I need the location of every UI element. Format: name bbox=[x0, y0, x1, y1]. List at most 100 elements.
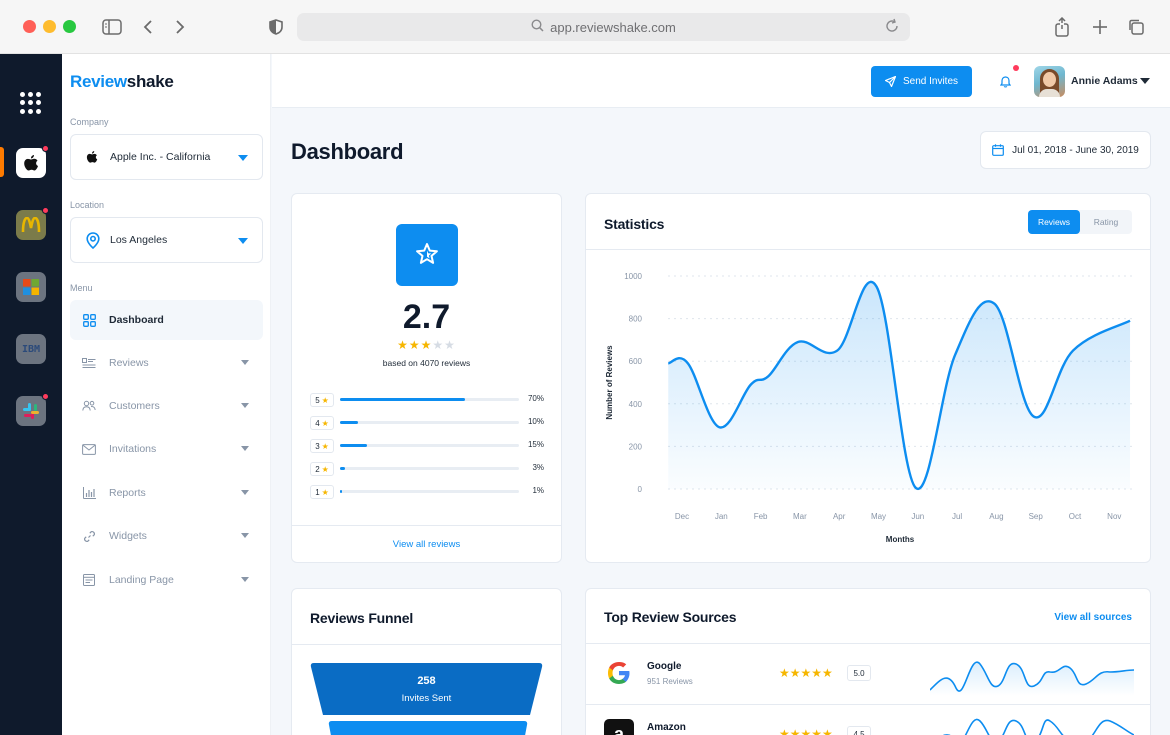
chevron-down-icon bbox=[238, 238, 248, 244]
x-tick-label: Mar bbox=[793, 512, 807, 521]
location-select[interactable]: Los Angeles bbox=[70, 217, 263, 263]
x-tick-label: Aug bbox=[989, 512, 1003, 521]
x-tick-label: Jun bbox=[911, 512, 924, 521]
chevron-down-icon bbox=[241, 446, 249, 451]
x-tick-label: Jul bbox=[952, 512, 962, 521]
bell-icon bbox=[999, 76, 1011, 88]
date-range-picker[interactable]: Jul 01, 2018 - June 30, 2019 bbox=[980, 131, 1151, 169]
send-invites-button[interactable]: Send Invites bbox=[871, 66, 972, 97]
rating-percent: 3% bbox=[532, 463, 544, 472]
source-sparkline bbox=[942, 718, 1134, 735]
new-tab-icon[interactable] bbox=[1088, 15, 1112, 39]
mail-icon bbox=[82, 442, 96, 456]
sidebar-item-label: Landing Page bbox=[109, 574, 174, 586]
sidebar-item-invitations[interactable]: Invitations bbox=[70, 429, 263, 469]
reviews-icon bbox=[82, 356, 96, 370]
source-sparkline bbox=[930, 661, 1134, 696]
funnel-stage-value: 258 bbox=[417, 675, 436, 687]
location-label: Location bbox=[70, 200, 105, 210]
apps-grid-icon[interactable] bbox=[20, 92, 42, 114]
ibm-app-icon[interactable]: IBM bbox=[16, 334, 46, 364]
funnel-stage-next[interactable] bbox=[328, 721, 528, 735]
rating-card: 2.7 ★★★★★ based on 4070 reviews 5 ★ 70% 4… bbox=[291, 193, 562, 563]
x-tick-label: Oct bbox=[1069, 512, 1082, 521]
notifications-button[interactable] bbox=[990, 65, 1020, 97]
reload-icon[interactable] bbox=[884, 18, 900, 37]
star-icon: ★ bbox=[420, 338, 433, 352]
app-rail: IBM bbox=[0, 54, 62, 735]
logo-part-shake: shake bbox=[126, 72, 174, 91]
active-app-indicator bbox=[0, 147, 4, 177]
list-item[interactable]: Google 951 Reviews ★★★★★ 5.0 bbox=[586, 644, 1150, 704]
user-name[interactable]: Annie Adams bbox=[1071, 75, 1138, 87]
window-zoom-button[interactable] bbox=[63, 20, 76, 33]
date-range-value: Jul 01, 2018 - June 30, 2019 bbox=[1012, 144, 1139, 156]
source-name: Google bbox=[647, 661, 682, 672]
sidebar-item-reviews[interactable]: Reviews bbox=[70, 343, 263, 383]
rating-value: 2.7 bbox=[402, 298, 451, 336]
funnel-title: Reviews Funnel bbox=[310, 610, 414, 626]
reviewshake-logo[interactable]: Reviewshake bbox=[70, 72, 174, 92]
slack-app-icon[interactable] bbox=[16, 393, 49, 426]
statistics-card: Statistics Reviews Rating 0 200 400 600 800 1… bbox=[585, 193, 1151, 563]
statistics-title: Statistics bbox=[604, 216, 665, 232]
avatar[interactable] bbox=[1034, 66, 1065, 97]
rating-stars: ★★★★★ bbox=[292, 338, 561, 352]
tab-reviews[interactable]: Reviews bbox=[1028, 210, 1080, 234]
sidebar-item-customers[interactable]: Customers bbox=[70, 386, 263, 426]
apple-app-icon[interactable] bbox=[16, 145, 49, 178]
chevron-down-icon bbox=[241, 577, 249, 582]
browser-toolbar: app.reviewshake.com bbox=[0, 0, 1170, 54]
list-item[interactable]: a Amazon ★★★★★ 4.5 bbox=[586, 705, 1150, 735]
company-select[interactable]: Apple Inc. - California bbox=[70, 134, 263, 180]
sidebar-item-landing-page[interactable]: Landing Page bbox=[70, 560, 263, 600]
tab-overview-icon[interactable] bbox=[1124, 15, 1148, 39]
series-area bbox=[668, 281, 1131, 489]
source-stars: ★★★★★ bbox=[779, 727, 833, 735]
location-value: Los Angeles bbox=[110, 234, 168, 246]
chevron-down-icon[interactable] bbox=[1140, 78, 1150, 84]
rating-note: based on 4070 reviews bbox=[382, 358, 471, 368]
rating-bar-fill bbox=[340, 490, 343, 493]
y-tick-label: 0 bbox=[638, 485, 643, 494]
forward-icon[interactable] bbox=[168, 15, 192, 39]
microsoft-app-icon[interactable] bbox=[16, 272, 46, 302]
mcdonalds-app-icon[interactable] bbox=[16, 207, 49, 240]
address-bar[interactable]: app.reviewshake.com bbox=[297, 13, 910, 41]
window-close-button[interactable] bbox=[23, 20, 36, 33]
x-axis-label: Months bbox=[886, 535, 915, 544]
ibm-app-label: IBM bbox=[21, 343, 41, 355]
star-count-label: 5 ★ bbox=[310, 393, 334, 407]
shield-icon[interactable] bbox=[264, 15, 288, 39]
view-all-reviews-link[interactable]: View all reviews bbox=[292, 525, 561, 562]
star-badge-icon bbox=[396, 224, 458, 286]
funnel-stage-invites[interactable]: 258 Invites Sent bbox=[310, 663, 543, 717]
window-minimize-button[interactable] bbox=[43, 20, 56, 33]
sidebar-toggle-icon[interactable] bbox=[100, 15, 124, 39]
rating-breakdown-row: 1 ★ 1% bbox=[310, 485, 544, 499]
url-text: app.reviewshake.com bbox=[550, 19, 676, 35]
source-score: 4.5 bbox=[847, 726, 871, 735]
tab-rating[interactable]: Rating bbox=[1080, 210, 1132, 234]
card-divider bbox=[586, 249, 1150, 250]
source-score: 5.0 bbox=[847, 665, 871, 681]
map-pin-icon bbox=[86, 231, 104, 249]
source-review-count: 951 Reviews bbox=[647, 677, 693, 686]
y-tick-label: 200 bbox=[629, 442, 643, 451]
back-icon[interactable] bbox=[136, 15, 160, 39]
x-tick-label: Sep bbox=[1029, 512, 1044, 521]
logo-part-review: Review bbox=[70, 72, 127, 91]
share-icon[interactable] bbox=[1050, 15, 1074, 39]
sidebar-item-dashboard[interactable]: Dashboard bbox=[70, 300, 263, 340]
google-logo-icon bbox=[604, 658, 634, 688]
view-all-sources-link[interactable]: View all sources bbox=[1054, 612, 1132, 623]
sidebar-item-reports[interactable]: Reports bbox=[70, 473, 263, 513]
rating-percent: 70% bbox=[527, 394, 544, 403]
funnel-stage-label: Invites Sent bbox=[401, 693, 452, 704]
star-icon: ★ bbox=[397, 338, 409, 352]
amazon-logo-icon: a bbox=[604, 719, 634, 735]
sidebar-item-widgets[interactable]: Widgets bbox=[70, 516, 263, 556]
x-tick-label: Apr bbox=[833, 512, 846, 521]
chevron-down-icon bbox=[241, 490, 249, 495]
card-divider bbox=[292, 644, 561, 645]
